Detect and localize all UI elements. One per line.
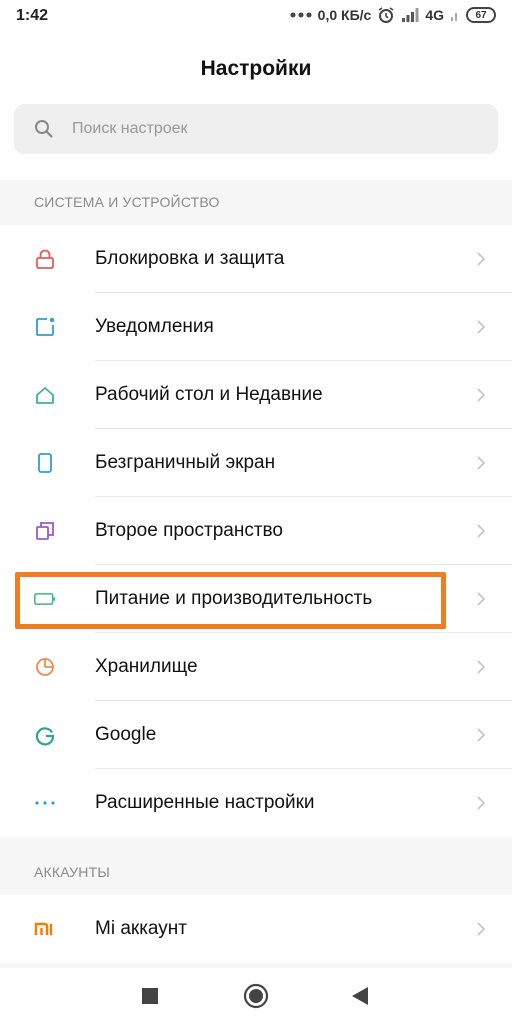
search-input[interactable] [72, 120, 452, 138]
settings-item-label: Расширенные настройки [95, 792, 315, 813]
section-title-accounts: АККАУНТЫ [34, 864, 110, 880]
system-settings-list: Блокировка и защита Уведомления Рабочий … [0, 225, 512, 837]
settings-item-second-space[interactable]: Второе пространство [0, 497, 512, 565]
settings-item-label: Mi аккаунт [95, 918, 187, 939]
settings-item-lock[interactable]: Блокировка и защита [0, 225, 512, 293]
notifications-icon [34, 316, 56, 338]
settings-item-label: Питание и производительность [95, 588, 373, 609]
settings-item-label: Второе пространство [95, 520, 283, 541]
settings-item-label: Рабочий стол и Недавние [95, 384, 323, 405]
chevron-right-icon [477, 524, 486, 538]
chevron-right-icon [477, 456, 486, 470]
battery-indicator: 67 [466, 7, 496, 23]
chevron-right-icon [477, 252, 486, 266]
settings-item-label: Безграничный экран [95, 452, 276, 473]
more-dots-icon [34, 792, 56, 814]
accounts-list: Mi аккаунт [0, 895, 512, 963]
fullscreen-phone-icon [34, 452, 56, 474]
search-icon [34, 119, 54, 139]
battery-icon [34, 588, 56, 610]
google-icon [34, 724, 56, 746]
chevron-right-icon [477, 922, 486, 936]
settings-item-label: Хранилище [95, 656, 198, 677]
settings-item-fullscreen[interactable]: Безграничный экран [0, 429, 512, 497]
status-time: 1:42 [16, 7, 49, 24]
settings-item-battery-performance[interactable]: Питание и производительность [0, 565, 512, 633]
chevron-right-icon [477, 796, 486, 810]
recents-square-icon[interactable] [136, 982, 164, 1010]
chevron-right-icon [477, 320, 486, 334]
settings-item-label: Уведомления [95, 316, 214, 337]
status-icons: 0,0 КБ/с 4G 67 [290, 6, 496, 24]
settings-item-advanced[interactable]: Расширенные настройки [0, 769, 512, 837]
settings-item-label: Google [95, 724, 157, 745]
signal-small-icon [450, 9, 460, 21]
second-space-icon [34, 520, 56, 542]
chevron-right-icon [477, 660, 486, 674]
search-bar[interactable] [14, 104, 498, 154]
chevron-right-icon [477, 388, 486, 402]
settings-item-notifications[interactable]: Уведомления [0, 293, 512, 361]
back-triangle-icon[interactable] [346, 982, 374, 1010]
storage-pie-icon [34, 656, 56, 678]
chevron-right-icon [477, 728, 486, 742]
settings-item-label: Блокировка и защита [95, 248, 285, 269]
settings-item-home-screen[interactable]: Рабочий стол и Недавние [0, 361, 512, 429]
home-circle-icon[interactable] [242, 982, 270, 1010]
signal-icon [401, 7, 419, 23]
dots-icon [290, 12, 312, 18]
section-title-system: СИСТЕМА И УСТРОЙСТВО [34, 194, 220, 210]
home-icon [34, 384, 56, 406]
header: Настройки [0, 34, 512, 180]
mi-logo-icon [34, 918, 56, 940]
status-bar: 1:42 0,0 КБ/с 4G 67 [0, 0, 512, 34]
alarm-icon [377, 6, 395, 24]
settings-item-google[interactable]: Google [0, 701, 512, 769]
page-title: Настройки [200, 57, 312, 80]
lock-icon [34, 248, 56, 270]
navigation-bar [0, 968, 512, 1024]
network-speed: 0,0 КБ/с [317, 7, 372, 23]
settings-item-storage[interactable]: Хранилище [0, 633, 512, 701]
settings-item-mi-account[interactable]: Mi аккаунт [0, 895, 512, 963]
chevron-right-icon [477, 592, 486, 606]
network-type: 4G [425, 7, 444, 23]
